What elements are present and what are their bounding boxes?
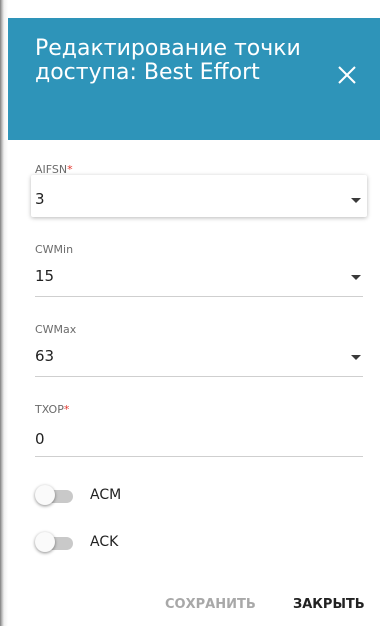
cwmax-field: CWMax 63 — [35, 323, 363, 379]
acm-toggle-knob[interactable] — [35, 485, 55, 505]
acm-toggle-row: ACM — [35, 485, 235, 507]
cwmax-label: CWMax — [35, 323, 77, 336]
chevron-down-icon[interactable] — [351, 198, 361, 203]
acm-label: ACM — [90, 487, 122, 503]
cwmin-field: CWMin 15 — [35, 243, 363, 299]
page: Редактирование точки доступа: Best Effor… — [0, 0, 380, 626]
aifsn-label: AIFSN* — [35, 163, 73, 176]
txop-underline — [35, 456, 363, 457]
close-dialog-button[interactable]: ЗАКРЫТЬ — [293, 597, 365, 612]
background-edge — [0, 0, 8, 626]
dialog-title: Редактирование точки доступа: Best Effor… — [35, 36, 301, 85]
cwmax-value[interactable]: 63 — [35, 347, 54, 365]
cwmax-underline — [35, 376, 363, 377]
edit-access-point-dialog: Редактирование точки доступа: Best Effor… — [8, 0, 380, 626]
txop-input[interactable]: 0 — [35, 430, 45, 448]
ack-toggle-row: ACK — [35, 532, 235, 554]
close-button[interactable] — [334, 62, 360, 88]
txop-label: TXOP* — [35, 403, 70, 416]
aifsn-value: 3 — [35, 190, 45, 208]
aifsn-field: AIFSN* 3 — [31, 163, 367, 223]
chevron-down-icon[interactable] — [351, 355, 361, 360]
save-button[interactable]: СОХРАНИТЬ — [165, 597, 256, 612]
close-icon — [338, 66, 356, 84]
cwmin-value[interactable]: 15 — [35, 267, 54, 285]
ack-toggle-knob[interactable] — [35, 532, 55, 552]
ack-label: ACK — [90, 534, 119, 550]
txop-field: TXOP* 0 — [35, 403, 363, 459]
chevron-down-icon[interactable] — [351, 275, 361, 280]
aifsn-select[interactable] — [31, 175, 367, 217]
dialog-header: Редактирование точки доступа: Best Effor… — [8, 18, 380, 140]
cwmin-underline — [35, 296, 363, 297]
cwmin-label: CWMin — [35, 243, 74, 256]
